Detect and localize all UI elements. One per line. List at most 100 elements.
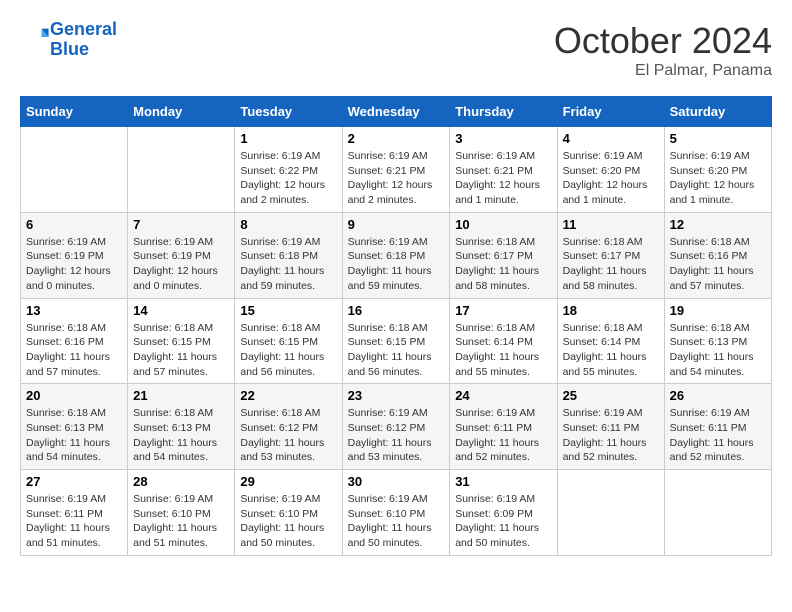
- calendar-day-cell: 11 Sunrise: 6:18 AMSunset: 6:17 PMDayligh…: [557, 212, 664, 298]
- calendar-day-cell: 4Sunrise: 6:19 AMSunset: 6:20 PMDaylight…: [557, 127, 664, 213]
- day-number: 23: [348, 388, 445, 403]
- day-info: Sunrise: 6:19 AMSunset: 6:10 PMDaylight:…: [348, 492, 445, 551]
- day-info: Sunrise: 6:19 AMSunset: 6:18 PMDaylight:…: [240, 235, 336, 294]
- day-info: Sunrise: 6:19 AMSunset: 6:11 PMDaylight:…: [455, 406, 551, 465]
- calendar-day-cell: 12 Sunrise: 6:18 AMSunset: 6:16 PMDayligh…: [664, 212, 771, 298]
- day-number: 12: [670, 217, 766, 232]
- calendar-day-cell: 5Sunrise: 6:19 AMSunset: 6:20 PMDaylight…: [664, 127, 771, 213]
- day-number: 19: [670, 303, 766, 318]
- day-number: 7: [133, 217, 229, 232]
- day-info: Sunrise: 6:18 AMSunset: 6:15 PMDaylight:…: [133, 321, 229, 380]
- day-number: 31: [455, 474, 551, 489]
- day-info: Sunrise: 6:19 AMSunset: 6:11 PMDaylight:…: [563, 406, 659, 465]
- day-number: 25: [563, 388, 659, 403]
- day-number: 29: [240, 474, 336, 489]
- day-info: Sunrise: 6:19 AMSunset: 6:22 PMDaylight:…: [240, 149, 336, 208]
- day-of-week-header: Saturday: [664, 97, 771, 127]
- title-block: October 2024 El Palmar, Panama: [554, 20, 772, 80]
- day-info: Sunrise: 6:19 AMSunset: 6:19 PMDaylight:…: [133, 235, 229, 294]
- logo-icon: [22, 23, 50, 51]
- calendar-week-row: 6 Sunrise: 6:19 AMSunset: 6:19 PMDaylight…: [21, 212, 772, 298]
- calendar-day-cell: 18 Sunrise: 6:18 AMSunset: 6:14 PMDayligh…: [557, 298, 664, 384]
- calendar-day-cell: 14Sunrise: 6:18 AMSunset: 6:15 PMDayligh…: [128, 298, 235, 384]
- day-info: Sunrise: 6:18 AMSunset: 6:14 PMDaylight:…: [455, 321, 551, 380]
- day-number: 24: [455, 388, 551, 403]
- day-number: 16: [348, 303, 445, 318]
- day-info: Sunrise: 6:19 AMSunset: 6:19 PMDaylight:…: [26, 235, 122, 294]
- day-number: 15: [240, 303, 336, 318]
- day-number: 9: [348, 217, 445, 232]
- calendar-day-cell: [128, 127, 235, 213]
- day-info: Sunrise: 6:19 AMSunset: 6:09 PMDaylight:…: [455, 492, 551, 551]
- calendar-week-row: 1 Sunrise: 6:19 AMSunset: 6:22 PMDaylight…: [21, 127, 772, 213]
- calendar-day-cell: 13 Sunrise: 6:18 AMSunset: 6:16 PMDayligh…: [21, 298, 128, 384]
- calendar-day-cell: 16 Sunrise: 6:18 AMSunset: 6:15 PMDayligh…: [342, 298, 450, 384]
- day-info: Sunrise: 6:18 AMSunset: 6:15 PMDaylight:…: [348, 321, 445, 380]
- day-number: 20: [26, 388, 122, 403]
- day-number: 10: [455, 217, 551, 232]
- logo: GeneralBlue: [20, 20, 117, 60]
- calendar-day-cell: 19 Sunrise: 6:18 AMSunset: 6:13 PMDayligh…: [664, 298, 771, 384]
- calendar-day-cell: 2Sunrise: 6:19 AMSunset: 6:21 PMDaylight…: [342, 127, 450, 213]
- day-number: 27: [26, 474, 122, 489]
- calendar-day-cell: 6 Sunrise: 6:19 AMSunset: 6:19 PMDaylight…: [21, 212, 128, 298]
- day-info: Sunrise: 6:19 AMSunset: 6:10 PMDaylight:…: [240, 492, 336, 551]
- day-number: 13: [26, 303, 122, 318]
- calendar-day-cell: 9 Sunrise: 6:19 AMSunset: 6:18 PMDaylight…: [342, 212, 450, 298]
- day-info: Sunrise: 6:18 AMSunset: 6:15 PMDaylight:…: [240, 321, 336, 380]
- calendar-week-row: 20 Sunrise: 6:18 AMSunset: 6:13 PMDayligh…: [21, 384, 772, 470]
- calendar-day-cell: 28 Sunrise: 6:19 AMSunset: 6:10 PMDayligh…: [128, 470, 235, 556]
- day-number: 2: [348, 131, 445, 146]
- calendar-day-cell: 23 Sunrise: 6:19 AMSunset: 6:12 PMDayligh…: [342, 384, 450, 470]
- calendar-day-cell: 30 Sunrise: 6:19 AMSunset: 6:10 PMDayligh…: [342, 470, 450, 556]
- calendar-table: SundayMondayTuesdayWednesdayThursdayFrid…: [20, 96, 772, 556]
- calendar-day-cell: 25 Sunrise: 6:19 AMSunset: 6:11 PMDayligh…: [557, 384, 664, 470]
- page-header: GeneralBlue October 2024 El Palmar, Pana…: [20, 20, 772, 80]
- calendar-day-cell: 3Sunrise: 6:19 AMSunset: 6:21 PMDaylight…: [450, 127, 557, 213]
- calendar-day-cell: 8 Sunrise: 6:19 AMSunset: 6:18 PMDaylight…: [235, 212, 342, 298]
- day-info: Sunrise: 6:19 AMSunset: 6:10 PMDaylight:…: [133, 492, 229, 551]
- day-number: 4: [563, 131, 659, 146]
- calendar-week-row: 13 Sunrise: 6:18 AMSunset: 6:16 PMDayligh…: [21, 298, 772, 384]
- day-number: 26: [670, 388, 766, 403]
- day-info: Sunrise: 6:18 AMSunset: 6:16 PMDaylight:…: [26, 321, 122, 380]
- calendar-day-cell: 17 Sunrise: 6:18 AMSunset: 6:14 PMDayligh…: [450, 298, 557, 384]
- calendar-day-cell: 7 Sunrise: 6:19 AMSunset: 6:19 PMDaylight…: [128, 212, 235, 298]
- day-number: 30: [348, 474, 445, 489]
- day-info: Sunrise: 6:18 AMSunset: 6:16 PMDaylight:…: [670, 235, 766, 294]
- calendar-day-cell: 15 Sunrise: 6:18 AMSunset: 6:15 PMDayligh…: [235, 298, 342, 384]
- day-of-week-header: Tuesday: [235, 97, 342, 127]
- day-of-week-header: Thursday: [450, 97, 557, 127]
- day-number: 8: [240, 217, 336, 232]
- day-info: Sunrise: 6:18 AMSunset: 6:13 PMDaylight:…: [670, 321, 766, 380]
- calendar-day-cell: 27 Sunrise: 6:19 AMSunset: 6:11 PMDayligh…: [21, 470, 128, 556]
- logo-text: GeneralBlue: [50, 20, 117, 60]
- calendar-day-cell: 24 Sunrise: 6:19 AMSunset: 6:11 PMDayligh…: [450, 384, 557, 470]
- day-number: 6: [26, 217, 122, 232]
- day-number: 11: [563, 217, 659, 232]
- calendar-day-cell: 22 Sunrise: 6:18 AMSunset: 6:12 PMDayligh…: [235, 384, 342, 470]
- day-info: Sunrise: 6:18 AMSunset: 6:13 PMDaylight:…: [26, 406, 122, 465]
- day-info: Sunrise: 6:18 AMSunset: 6:17 PMDaylight:…: [455, 235, 551, 294]
- day-info: Sunrise: 6:18 AMSunset: 6:12 PMDaylight:…: [240, 406, 336, 465]
- day-number: 22: [240, 388, 336, 403]
- day-number: 1: [240, 131, 336, 146]
- calendar-day-cell: 21Sunrise: 6:18 AMSunset: 6:13 PMDayligh…: [128, 384, 235, 470]
- day-number: 28: [133, 474, 229, 489]
- day-info: Sunrise: 6:19 AMSunset: 6:12 PMDaylight:…: [348, 406, 445, 465]
- day-number: 18: [563, 303, 659, 318]
- calendar-day-cell: 20 Sunrise: 6:18 AMSunset: 6:13 PMDayligh…: [21, 384, 128, 470]
- day-info: Sunrise: 6:19 AMSunset: 6:18 PMDaylight:…: [348, 235, 445, 294]
- day-number: 17: [455, 303, 551, 318]
- day-of-week-header: Sunday: [21, 97, 128, 127]
- calendar-day-cell: 10 Sunrise: 6:18 AMSunset: 6:17 PMDayligh…: [450, 212, 557, 298]
- day-info: Sunrise: 6:19 AMSunset: 6:11 PMDaylight:…: [26, 492, 122, 551]
- day-info: Sunrise: 6:19 AMSunset: 6:20 PMDaylight:…: [670, 149, 766, 208]
- day-info: Sunrise: 6:19 AMSunset: 6:11 PMDaylight:…: [670, 406, 766, 465]
- day-info: Sunrise: 6:18 AMSunset: 6:14 PMDaylight:…: [563, 321, 659, 380]
- day-info: Sunrise: 6:18 AMSunset: 6:17 PMDaylight:…: [563, 235, 659, 294]
- location: El Palmar, Panama: [554, 62, 772, 80]
- day-of-week-header: Friday: [557, 97, 664, 127]
- calendar-week-row: 27 Sunrise: 6:19 AMSunset: 6:11 PMDayligh…: [21, 470, 772, 556]
- calendar-day-cell: 31 Sunrise: 6:19 AMSunset: 6:09 PMDayligh…: [450, 470, 557, 556]
